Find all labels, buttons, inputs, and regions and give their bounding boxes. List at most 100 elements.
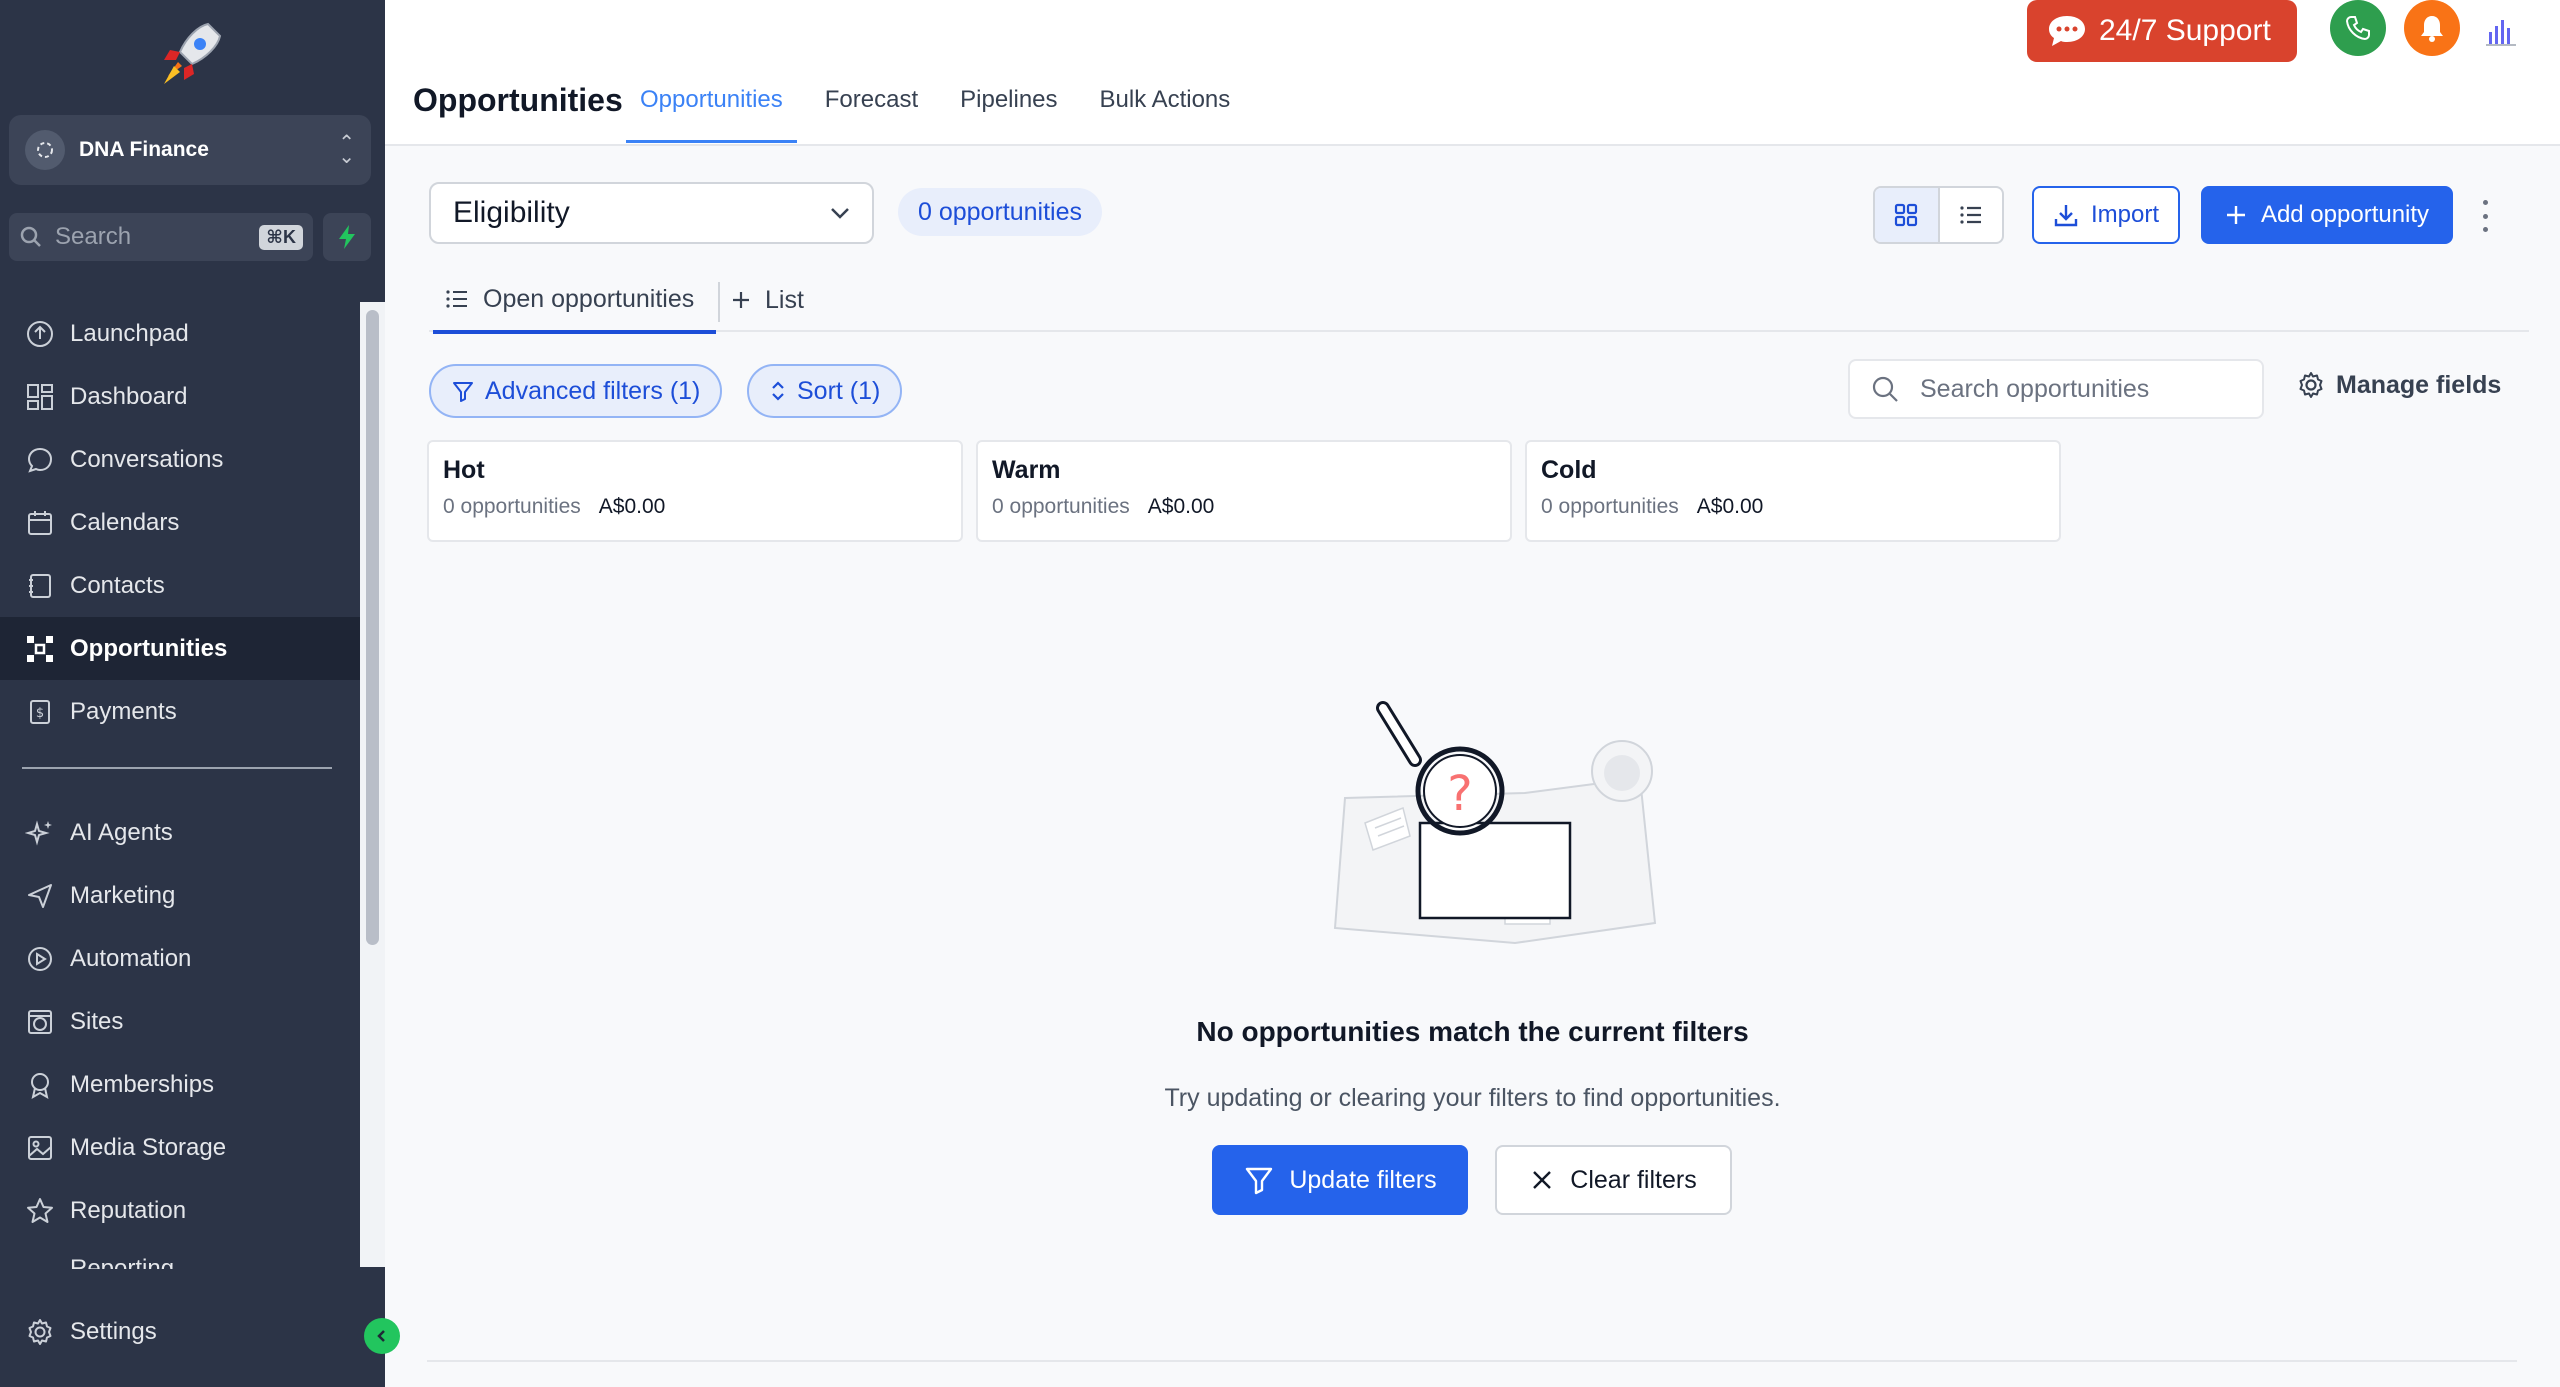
more-options-icon[interactable] (2475, 196, 2495, 236)
sidebar-item-label: Conversations (70, 445, 224, 473)
account-avatar-icon (25, 130, 65, 170)
sidebar-item-label: Automation (70, 944, 192, 972)
svg-text:?: ? (1447, 766, 1472, 822)
advanced-filters-label: Advanced filters (1) (485, 376, 701, 405)
pipeline-select-value: Eligibility (453, 196, 570, 229)
sidebar-item-reporting[interactable]: Reporting (70, 1255, 174, 1269)
rocket-logo-icon[interactable] (150, 14, 230, 94)
sidebar-item-calendars[interactable]: Calendars (0, 491, 360, 554)
sparkle-icon (24, 817, 56, 849)
tab-pipelines[interactable]: Pipelines (960, 86, 1057, 143)
sidebar-search-placeholder: Search (55, 223, 132, 250)
support-label: 24/7 Support (2099, 14, 2271, 47)
stage-column-hot[interactable]: Hot 0 opportunities A$0.00 (427, 440, 963, 542)
quick-action-button[interactable] (323, 213, 371, 261)
calendar-icon (24, 507, 56, 539)
update-filters-label: Update filters (1289, 1165, 1437, 1194)
advanced-filters-button[interactable]: Advanced filters (1) (429, 364, 723, 418)
sidebar-item-payments[interactable]: $ Payments (0, 680, 360, 743)
clear-filters-label: Clear filters (1570, 1165, 1697, 1194)
image-icon (24, 1132, 56, 1164)
plus-icon (733, 292, 749, 308)
sidebar-item-label: Reputation (70, 1196, 187, 1224)
search-icon (1872, 376, 1898, 402)
notifications-button[interactable] (2404, 0, 2460, 56)
stage-amount: A$0.00 (598, 495, 666, 518)
contacts-icon (24, 570, 56, 602)
sidebar-item-launchpad[interactable]: Launchpad (0, 302, 360, 365)
tab-forecast[interactable]: Forecast (825, 86, 918, 143)
stage-column-warm[interactable]: Warm 0 opportunities A$0.00 (976, 440, 1512, 542)
sort-button[interactable]: Sort (1) (747, 364, 903, 418)
tab-opportunities[interactable]: Opportunities (626, 86, 797, 143)
download-icon (2054, 205, 2078, 227)
scrollbar-thumb[interactable] (366, 310, 379, 945)
launchpad-icon (24, 318, 56, 350)
sidebar-item-label: Calendars (70, 508, 180, 536)
account-switcher[interactable]: DNA Finance ⌃ ⌄ (9, 115, 371, 185)
shortcut-badge: ⌘K (259, 224, 303, 250)
stage-name: Warm (992, 456, 1061, 484)
chevron-up-down-icon: ⌃ ⌄ (338, 132, 355, 168)
view-toggle (1873, 186, 2004, 244)
sidebar-item-marketing[interactable]: Marketing (0, 864, 360, 927)
main-content: Eligibility 0 opportunities Import Add o… (385, 148, 2560, 1387)
search-opportunities-input[interactable]: Search opportunities (1848, 359, 2264, 419)
stage-name: Hot (443, 456, 485, 484)
gear-icon (24, 1316, 56, 1348)
sidebar-item-ai-agents[interactable]: AI Agents (0, 801, 360, 864)
sidebar-item-automation[interactable]: Automation (0, 927, 360, 990)
add-opportunity-button[interactable]: Add opportunity (2201, 186, 2453, 244)
chat-bubble-icon (2049, 16, 2085, 46)
filter-icon (1246, 1167, 1273, 1195)
stage-column-cold[interactable]: Cold 0 opportunities A$0.00 (1525, 440, 2061, 542)
sidebar-item-label: Opportunities (70, 634, 228, 662)
sidebar-item-label: Payments (70, 697, 177, 725)
header-tabs: Opportunities Forecast Pipelines Bulk Ac… (626, 86, 1272, 143)
report-chart-icon[interactable] (2483, 14, 2519, 50)
sidebar-item-label: Settings (70, 1317, 157, 1345)
grid-view-button[interactable] (1875, 188, 1940, 242)
tab-bulk-actions[interactable]: Bulk Actions (1100, 86, 1231, 143)
filter-icon (453, 382, 473, 402)
pipeline-select[interactable]: Eligibility (429, 182, 874, 244)
sidebar-item-sites[interactable]: Sites (0, 990, 360, 1053)
empty-state-illustration: ? (1295, 698, 1735, 958)
sidebar-search[interactable]: Search ⌘K (9, 213, 313, 261)
search-opportunities-placeholder: Search opportunities (1920, 374, 2150, 403)
sidebar-item-memberships[interactable]: Memberships (0, 1053, 360, 1116)
sidebar-scrollbar[interactable] (360, 302, 385, 1267)
import-button[interactable]: Import (2032, 186, 2180, 244)
star-icon (24, 1195, 56, 1227)
sidebar-item-media-storage[interactable]: Media Storage (0, 1116, 360, 1179)
sidebar-item-opportunities[interactable]: Opportunities (0, 617, 360, 680)
manage-fields-button[interactable]: Manage fields (2296, 370, 2501, 400)
top-header: Opportunities Opportunities Forecast Pip… (385, 0, 2560, 146)
list-view-button[interactable] (1940, 188, 2003, 242)
stage-count: 0 opportunities (1541, 495, 1679, 518)
clear-filters-button[interactable]: Clear filters (1495, 1145, 1732, 1215)
empty-state-subtitle: Try updating or clearing your filters to… (1164, 1084, 1781, 1112)
page-title: Opportunities (413, 82, 623, 118)
sidebar-settings-area: Settings (0, 1300, 360, 1363)
content-divider (427, 1360, 2517, 1362)
sidebar-item-label: Sites (70, 1007, 124, 1035)
bell-icon (2421, 16, 2443, 42)
stage-count: 0 opportunities (992, 495, 1130, 518)
tab-open-opportunities[interactable]: Open opportunities (433, 268, 717, 334)
tab-add-list[interactable]: List (731, 268, 804, 332)
grid-icon (1895, 203, 1918, 227)
sidebar-item-label: Launchpad (70, 319, 189, 347)
sidebar-item-reputation[interactable]: Reputation (0, 1179, 360, 1242)
lightning-icon (339, 225, 355, 249)
sidebar-item-dashboard[interactable]: Dashboard (0, 365, 360, 428)
sidebar-item-label: AI Agents (70, 818, 173, 846)
phone-button[interactable] (2330, 0, 2386, 56)
sidebar-item-conversations[interactable]: Conversations (0, 428, 360, 491)
sidebar-item-settings[interactable]: Settings (0, 1300, 360, 1363)
sidebar-item-label: Marketing (70, 881, 176, 909)
support-button[interactable]: 24/7 Support (2027, 0, 2297, 62)
update-filters-button[interactable]: Update filters (1212, 1145, 1468, 1215)
sidebar-item-contacts[interactable]: Contacts (0, 554, 360, 617)
svg-text:$: $ (36, 706, 44, 721)
